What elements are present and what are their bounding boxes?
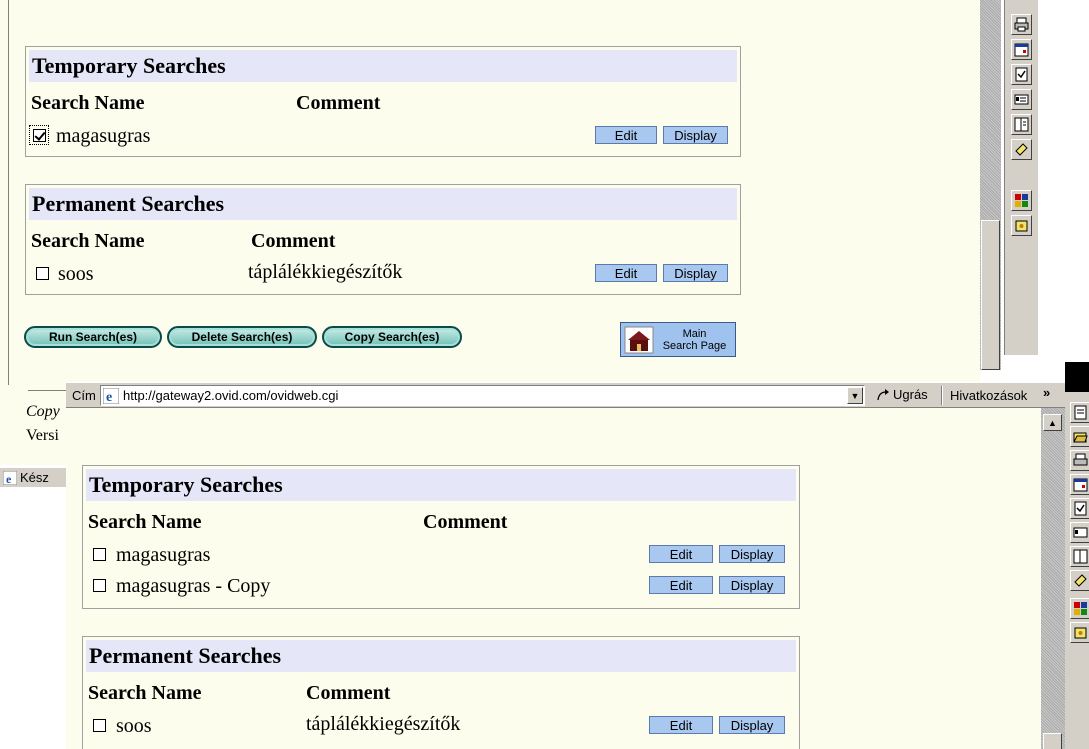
print-icon[interactable] bbox=[1070, 450, 1089, 471]
back-vertical-scrollbar[interactable] bbox=[980, 0, 1001, 370]
edit-button[interactable]: Edit bbox=[595, 264, 657, 282]
more-links-chevron-icon[interactable]: » bbox=[1043, 385, 1050, 400]
run-searches-button[interactable]: Run Search(es) bbox=[24, 326, 162, 348]
window-edge bbox=[8, 0, 9, 385]
temporary-searches-title: Temporary Searches bbox=[86, 469, 796, 501]
links-button[interactable]: Hivatkozások bbox=[950, 388, 1027, 403]
go-arrow-icon bbox=[877, 388, 889, 400]
ie-page-icon: e bbox=[3, 470, 17, 485]
footer-divider bbox=[28, 390, 68, 391]
comment-header: Comment bbox=[296, 92, 381, 114]
temporary-searches-title: Temporary Searches bbox=[29, 50, 737, 82]
display-button[interactable]: Display bbox=[663, 264, 728, 282]
note-icon[interactable] bbox=[1070, 570, 1089, 591]
checklist-icon[interactable] bbox=[1011, 64, 1032, 85]
permanent-searches-panel: Permanent Searches Search Name Comment s… bbox=[25, 184, 741, 295]
comment-header: Comment bbox=[306, 682, 391, 704]
folder-icon[interactable] bbox=[1070, 622, 1089, 643]
calendar-icon[interactable] bbox=[1070, 474, 1089, 495]
home-icon bbox=[624, 326, 654, 353]
folder-icon[interactable] bbox=[1011, 215, 1032, 236]
comment-header: Comment bbox=[423, 511, 508, 533]
address-card-icon[interactable] bbox=[1011, 89, 1032, 110]
copy-searches-button[interactable]: Copy Search(es) bbox=[322, 326, 462, 348]
toolbar-separator bbox=[941, 386, 943, 405]
scrollbar-thumb[interactable] bbox=[1043, 733, 1062, 749]
main-search-line1: Main bbox=[682, 327, 707, 340]
office-bar-header bbox=[1065, 362, 1089, 392]
copyright-text: Copy bbox=[26, 403, 60, 420]
front-vertical-scrollbar[interactable]: ▲ bbox=[1041, 408, 1065, 749]
version-text: Versi bbox=[26, 427, 59, 444]
search-name-header: Search Name bbox=[31, 230, 145, 252]
puzzle-icon[interactable] bbox=[1070, 598, 1089, 619]
note-icon[interactable] bbox=[1011, 139, 1032, 160]
status-bar: e Kész bbox=[0, 467, 66, 487]
search-name: magasugras bbox=[116, 544, 211, 566]
search-checkbox-magasugras[interactable] bbox=[93, 548, 106, 561]
document-icon[interactable] bbox=[1011, 114, 1032, 135]
search-name: soos bbox=[58, 263, 94, 285]
main-search-line2: Search Page bbox=[662, 339, 727, 352]
calendar-icon[interactable] bbox=[1011, 39, 1032, 60]
comment-header: Comment bbox=[251, 230, 336, 252]
permanent-searches-panel: Permanent Searches Search Name Comment s… bbox=[82, 636, 800, 749]
display-button[interactable]: Display bbox=[719, 576, 785, 594]
puzzle-icon[interactable] bbox=[1011, 190, 1032, 211]
document-icon[interactable] bbox=[1070, 402, 1089, 423]
search-comment: táplálékkiegészítők bbox=[248, 261, 403, 283]
search-name-header: Search Name bbox=[88, 511, 202, 533]
search-checkbox-soos[interactable] bbox=[93, 719, 106, 732]
search-checkbox-magasugras[interactable] bbox=[33, 129, 46, 142]
address-card-icon[interactable] bbox=[1070, 522, 1089, 543]
address-url: http://gateway2.ovid.com/ovidweb.cgi bbox=[123, 388, 339, 403]
temporary-searches-panel: Temporary Searches Search Name Comment m… bbox=[25, 46, 741, 157]
ie-page-icon: e bbox=[103, 387, 119, 404]
address-input[interactable]: e http://gateway2.ovid.com/ovidweb.cgi ▼ bbox=[100, 385, 865, 406]
display-button[interactable]: Display bbox=[719, 545, 785, 563]
front-shortcut-bar bbox=[1065, 362, 1089, 749]
delete-searches-button[interactable]: Delete Search(es) bbox=[167, 326, 317, 348]
main-search-page-button[interactable]: Main Search Page bbox=[620, 322, 736, 357]
search-name-header: Search Name bbox=[31, 92, 145, 114]
go-label: Ugrás bbox=[893, 387, 928, 402]
search-checkbox-magasugras-copy[interactable] bbox=[93, 579, 106, 592]
document-icon[interactable] bbox=[1070, 546, 1089, 567]
permanent-searches-title: Permanent Searches bbox=[86, 640, 796, 672]
search-name: magasugras bbox=[56, 125, 151, 147]
display-button[interactable]: Display bbox=[663, 126, 728, 144]
main-search-label: Main Search Page bbox=[654, 328, 735, 352]
back-shortcut-bar bbox=[1004, 0, 1038, 355]
svg-text:e: e bbox=[6, 472, 12, 485]
permanent-searches-title: Permanent Searches bbox=[29, 188, 737, 220]
status-text: Kész bbox=[20, 470, 49, 485]
front-browser-window: Cím e http://gateway2.ovid.com/ovidweb.c… bbox=[66, 382, 1065, 749]
edit-button[interactable]: Edit bbox=[595, 126, 657, 144]
address-toolbar: Cím e http://gateway2.ovid.com/ovidweb.c… bbox=[66, 382, 1065, 408]
go-button[interactable]: Ugrás bbox=[876, 387, 928, 402]
address-label: Cím bbox=[72, 388, 96, 403]
scrollbar-thumb[interactable] bbox=[981, 220, 1000, 370]
temporary-searches-panel: Temporary Searches Search Name Comment m… bbox=[82, 465, 800, 609]
edit-button[interactable]: Edit bbox=[649, 576, 713, 594]
search-checkbox-soos[interactable] bbox=[36, 267, 49, 280]
search-name: soos bbox=[116, 715, 152, 737]
svg-text:e: e bbox=[106, 390, 112, 404]
display-button[interactable]: Display bbox=[719, 716, 785, 734]
edit-button[interactable]: Edit bbox=[649, 545, 713, 563]
search-name: magasugras - Copy bbox=[116, 575, 271, 597]
scroll-up-arrow-icon[interactable]: ▲ bbox=[1043, 414, 1062, 431]
print-icon[interactable] bbox=[1011, 14, 1032, 35]
open-folder-icon[interactable] bbox=[1070, 426, 1089, 447]
front-page-content: Temporary Searches Search Name Comment m… bbox=[66, 408, 1041, 749]
checklist-icon[interactable] bbox=[1070, 498, 1089, 519]
search-name-header: Search Name bbox=[88, 682, 202, 704]
edit-button[interactable]: Edit bbox=[649, 716, 713, 734]
search-comment: táplálékkiegészítők bbox=[306, 713, 461, 735]
chevron-down-icon[interactable]: ▼ bbox=[847, 387, 863, 404]
